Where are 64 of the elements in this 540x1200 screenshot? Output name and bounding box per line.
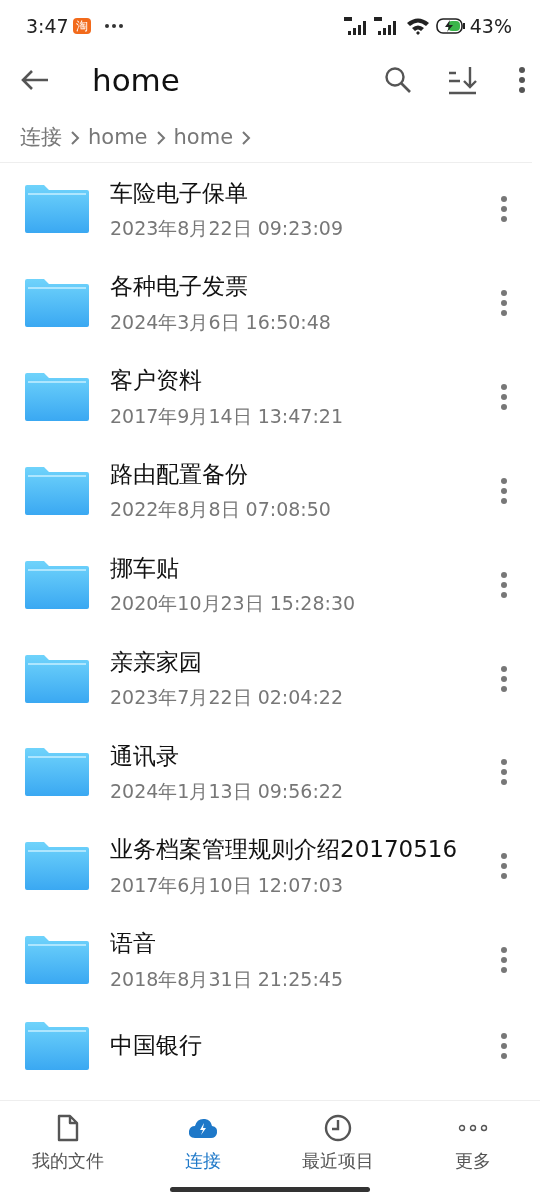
more-dots-icon [104,24,123,28]
folder-icon [24,372,90,423]
file-date: 2020年10月23日 15:28:30 [110,591,357,617]
more-options-icon[interactable] [500,570,508,599]
file-date: 2024年1月13日 09:56:22 [110,778,344,804]
folder-icon [24,747,90,798]
more-options-icon[interactable] [500,758,508,787]
back-arrow-icon[interactable] [20,69,50,91]
breadcrumb-item[interactable]: home [88,122,148,154]
file-name: 各种电子发票 [110,272,249,302]
folder-icon [24,935,90,986]
folder-title: home [92,60,181,100]
clock-icon [323,1114,352,1142]
more-options-icon[interactable] [500,476,508,505]
chevron-right-icon [155,129,166,146]
more-options-icon[interactable] [500,195,508,224]
folder-icon [24,278,90,329]
chevron-right-icon [241,129,252,146]
search-icon[interactable] [384,66,412,94]
more-options-icon[interactable] [500,289,508,318]
folder-icon [24,653,90,704]
more-dots-icon [457,1124,488,1132]
file-date: 2018年8月31日 21:25:45 [110,966,344,992]
document-icon [56,1114,79,1142]
file-name: 通讯录 [110,741,180,771]
more-options-icon[interactable] [500,664,508,693]
file-date: 2022年8月8日 07:08:50 [110,497,332,523]
nav-tab[interactable]: 最近项目 [270,1113,405,1174]
breadcrumb-item[interactable]: 连接 [20,122,62,154]
folder-icon [24,465,90,516]
file-name: 路由配置备份 [110,460,249,490]
more-options-icon[interactable] [500,946,508,975]
file-name: 挪车贴 [110,553,180,583]
file-date: 2023年8月22日 09:23:09 [110,215,344,241]
more-options-icon[interactable] [518,66,526,94]
chevron-right-icon [70,129,80,146]
file-name: 亲亲家园 [110,647,203,677]
status-time: 3:47 [26,13,69,39]
file-name: 客户资料 [110,366,203,396]
file-name: 车险电子保单 [110,178,249,208]
app-badge: 淘 [72,17,91,35]
file-date: 2017年9月14日 13:47:21 [110,403,344,429]
more-options-icon[interactable] [500,1032,508,1061]
folder-icon [24,841,90,892]
folder-icon [24,184,90,235]
file-date: 2017年6月10日 12:07:03 [110,872,344,898]
more-options-icon[interactable] [500,852,508,881]
more-options-icon[interactable] [500,383,508,412]
nav-tab[interactable]: 我的文件 [0,1113,135,1174]
file-date: 2024年3月6日 16:50:48 [110,309,332,335]
folder-icon [24,1021,90,1072]
file-name: 中国银行 [110,1031,203,1061]
file-name: 业务档案管理规则介绍20170516 [110,835,459,865]
sort-icon[interactable] [448,65,478,95]
breadcrumb-item[interactable]: home [173,122,234,154]
nav-tab[interactable]: 更多 [405,1113,540,1174]
wifi-icon [405,17,430,35]
cloud-lightning-icon [187,1117,218,1139]
file-date: 2023年7月22日 02:04:22 [110,685,344,711]
battery-level: 43% [469,13,512,39]
nav-tab[interactable]: 连接 [135,1113,270,1174]
folder-icon [24,559,90,610]
battery-charging-icon [435,18,466,34]
file-name: 语音 [110,929,157,959]
